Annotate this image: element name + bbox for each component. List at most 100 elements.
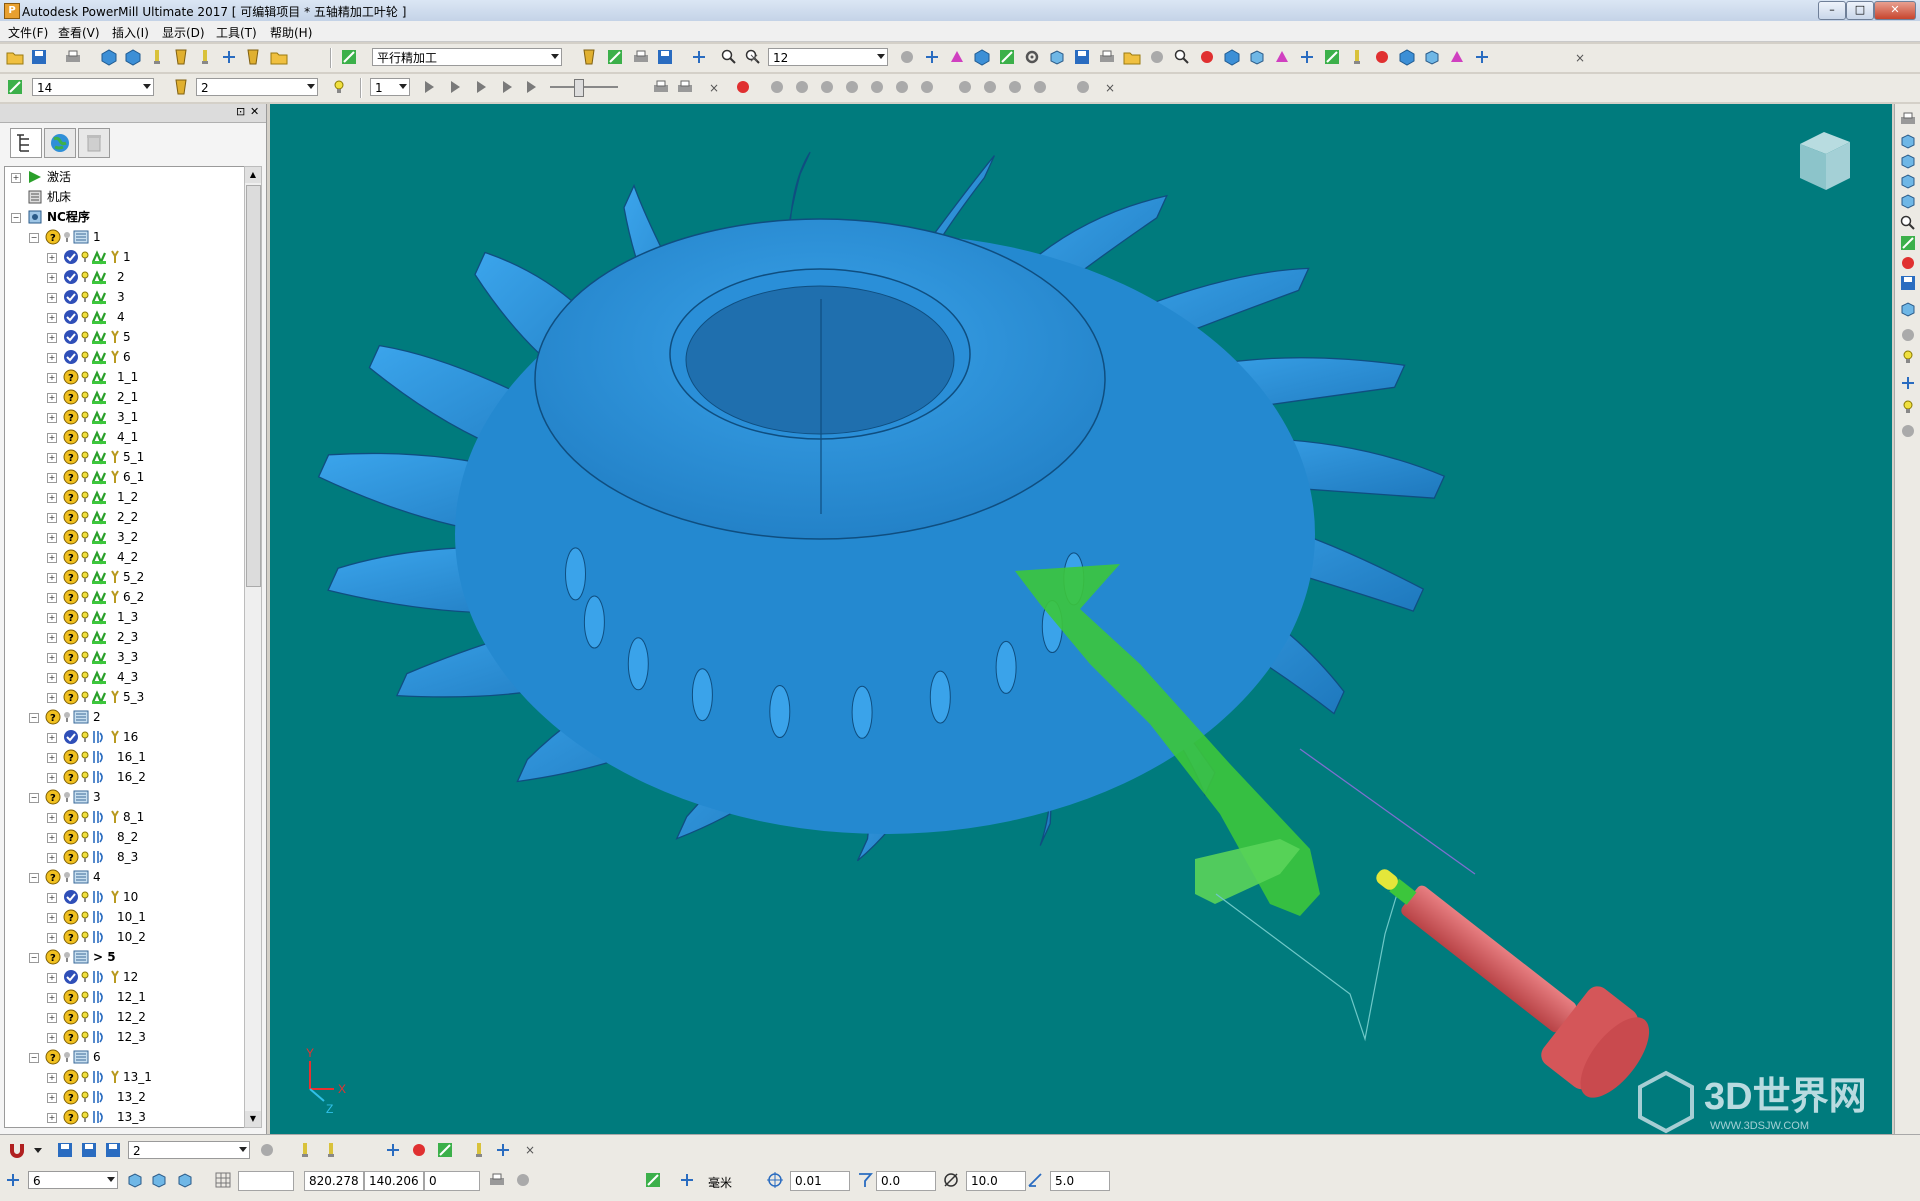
save-icon[interactable] bbox=[30, 48, 48, 66]
nc-program-row[interactable]: −? > 5 bbox=[5, 947, 243, 967]
toolpath-row[interactable]: +? 16_1 bbox=[5, 747, 243, 767]
expand-icon[interactable]: + bbox=[47, 273, 57, 283]
toolpath-row[interactable]: +? 8_1 bbox=[5, 807, 243, 827]
toolbar-icon-red-19[interactable] bbox=[1373, 48, 1391, 66]
feeds-icon[interactable] bbox=[220, 48, 238, 66]
toolbar-close-2[interactable]: × bbox=[1574, 51, 1586, 65]
toolpath-row[interactable]: +? 1_1 bbox=[5, 367, 243, 387]
sim-option-icon-2[interactable] bbox=[1006, 78, 1024, 96]
chevron-down-icon[interactable] bbox=[307, 84, 315, 89]
toolpath-row[interactable]: +? 10_2 bbox=[5, 927, 243, 947]
number-select[interactable]: 1 bbox=[370, 78, 410, 96]
sim-shading-icon-1[interactable] bbox=[793, 78, 811, 96]
view-iso3-icon[interactable] bbox=[1899, 172, 1917, 190]
z-coordinate-field[interactable]: 0 bbox=[424, 1171, 480, 1191]
expand-icon[interactable]: + bbox=[47, 633, 57, 643]
expand-icon[interactable]: + bbox=[47, 373, 57, 383]
snap-3-icon[interactable] bbox=[436, 1141, 454, 1159]
workplane-icon[interactable] bbox=[6, 78, 24, 96]
workplane-select[interactable]: 14 bbox=[32, 78, 154, 96]
magnet-icon[interactable] bbox=[8, 1141, 26, 1159]
sim-shading-icon-3[interactable] bbox=[843, 78, 861, 96]
toolbar-icon-block-13[interactable] bbox=[1223, 48, 1241, 66]
expand-icon[interactable]: + bbox=[47, 513, 57, 523]
toolbar-close[interactable]: × bbox=[748, 51, 760, 65]
snap-icon[interactable] bbox=[384, 1141, 402, 1159]
toolpath-row[interactable]: +? 6_1 bbox=[5, 467, 243, 487]
nc-program-row[interactable]: −? 3 bbox=[5, 787, 243, 807]
view-cube[interactable] bbox=[1800, 132, 1850, 190]
record-icon[interactable] bbox=[734, 78, 752, 96]
model-icon[interactable] bbox=[124, 48, 142, 66]
expand-icon[interactable]: + bbox=[47, 1113, 57, 1123]
toolpath-row[interactable]: +? 12_1 bbox=[5, 987, 243, 1007]
close-button[interactable]: ✕ bbox=[1874, 1, 1916, 20]
pencil-icon[interactable] bbox=[470, 1141, 488, 1159]
toolpath-row[interactable]: +? 1_3 bbox=[5, 607, 243, 627]
tree-scrollbar[interactable]: ▲ ▼ bbox=[244, 166, 262, 1128]
sim-settings-icon[interactable] bbox=[1074, 78, 1092, 96]
calculator-icon[interactable] bbox=[632, 48, 650, 66]
toolbar-icon-green-17[interactable] bbox=[1323, 48, 1341, 66]
print-icon[interactable] bbox=[64, 48, 82, 66]
nc-program-row[interactable]: −? 1 bbox=[5, 227, 243, 247]
view-top-icon[interactable] bbox=[1899, 110, 1917, 128]
zoom-icon[interactable] bbox=[1899, 214, 1917, 232]
stepover-field[interactable]: 5.0 bbox=[1050, 1171, 1110, 1191]
expand-icon[interactable]: + bbox=[11, 173, 21, 183]
tree-row[interactable]: + 激活 bbox=[5, 167, 243, 187]
collapse-icon[interactable]: − bbox=[29, 1053, 39, 1063]
toolpath-row[interactable]: +? 3_2 bbox=[5, 527, 243, 547]
expand-icon[interactable]: + bbox=[47, 913, 57, 923]
expand-icon[interactable]: + bbox=[47, 833, 57, 843]
box-3-icon[interactable] bbox=[176, 1171, 194, 1189]
sim-option-icon-3[interactable] bbox=[1031, 78, 1049, 96]
toolpath-row[interactable]: +? 5_2 bbox=[5, 567, 243, 587]
toolbar-icon-magenta-2[interactable] bbox=[948, 48, 966, 66]
expand-icon[interactable]: + bbox=[47, 753, 57, 763]
resize-icon[interactable] bbox=[1899, 254, 1917, 272]
next-icon[interactable] bbox=[498, 78, 516, 96]
grey-icon[interactable] bbox=[258, 1141, 276, 1159]
stepover-icon[interactable] bbox=[1026, 1171, 1044, 1189]
view-iso2-icon[interactable] bbox=[1899, 152, 1917, 170]
toolpath-row[interactable]: +? 5_3 bbox=[5, 687, 243, 707]
block-icon[interactable] bbox=[100, 48, 118, 66]
toolbar-icon-magenta-15[interactable] bbox=[1273, 48, 1291, 66]
sim-shading-icon-4[interactable] bbox=[868, 78, 886, 96]
tree-row[interactable]: 机床 bbox=[5, 187, 243, 207]
toolpath-row[interactable]: +? 6_2 bbox=[5, 587, 243, 607]
toolpath-row[interactable]: +? 8_3 bbox=[5, 847, 243, 867]
maximize-button[interactable]: □ bbox=[1846, 1, 1874, 20]
expand-icon[interactable]: + bbox=[47, 473, 57, 483]
select-icon[interactable] bbox=[1899, 374, 1917, 392]
chart-icon[interactable] bbox=[644, 1171, 662, 1189]
toolpath-row[interactable]: +? 13_2 bbox=[5, 1087, 243, 1107]
toolbar-icon-save-7[interactable] bbox=[1073, 48, 1091, 66]
verify-icon[interactable] bbox=[606, 48, 624, 66]
expand-icon[interactable]: + bbox=[47, 393, 57, 403]
ruler-icon[interactable] bbox=[656, 48, 674, 66]
toolpath-row[interactable]: +? 2_3 bbox=[5, 627, 243, 647]
material-icon[interactable] bbox=[1899, 348, 1917, 366]
expand-icon[interactable]: + bbox=[47, 293, 57, 303]
toolbar-icon-arrows-16[interactable] bbox=[1298, 48, 1316, 66]
tolerance-icon[interactable] bbox=[766, 1171, 784, 1189]
level-select[interactable]: 2 bbox=[196, 78, 318, 96]
tool-holder-icon[interactable] bbox=[196, 48, 214, 66]
list-icon[interactable] bbox=[488, 1171, 506, 1189]
expand-icon[interactable]: + bbox=[47, 433, 57, 443]
strategy-icon[interactable] bbox=[340, 48, 358, 66]
level-set-3-icon[interactable] bbox=[104, 1141, 122, 1159]
toolpath-row[interactable]: +? 16_2 bbox=[5, 767, 243, 787]
sim-shading-icon-6[interactable] bbox=[918, 78, 936, 96]
menu-display[interactable]: 显示(D) bbox=[162, 24, 205, 41]
nc-program-row[interactable]: −? 2 bbox=[5, 707, 243, 727]
chevron-down-icon[interactable] bbox=[34, 1148, 42, 1153]
level-set-icon[interactable] bbox=[56, 1141, 74, 1159]
stock-field[interactable]: 0.0 bbox=[876, 1171, 936, 1191]
units-icon[interactable] bbox=[678, 1171, 696, 1189]
toolpath-row[interactable]: +? 12_3 bbox=[5, 1027, 243, 1047]
edit-pen-2-icon[interactable] bbox=[322, 1141, 340, 1159]
find-icon[interactable] bbox=[720, 48, 738, 66]
